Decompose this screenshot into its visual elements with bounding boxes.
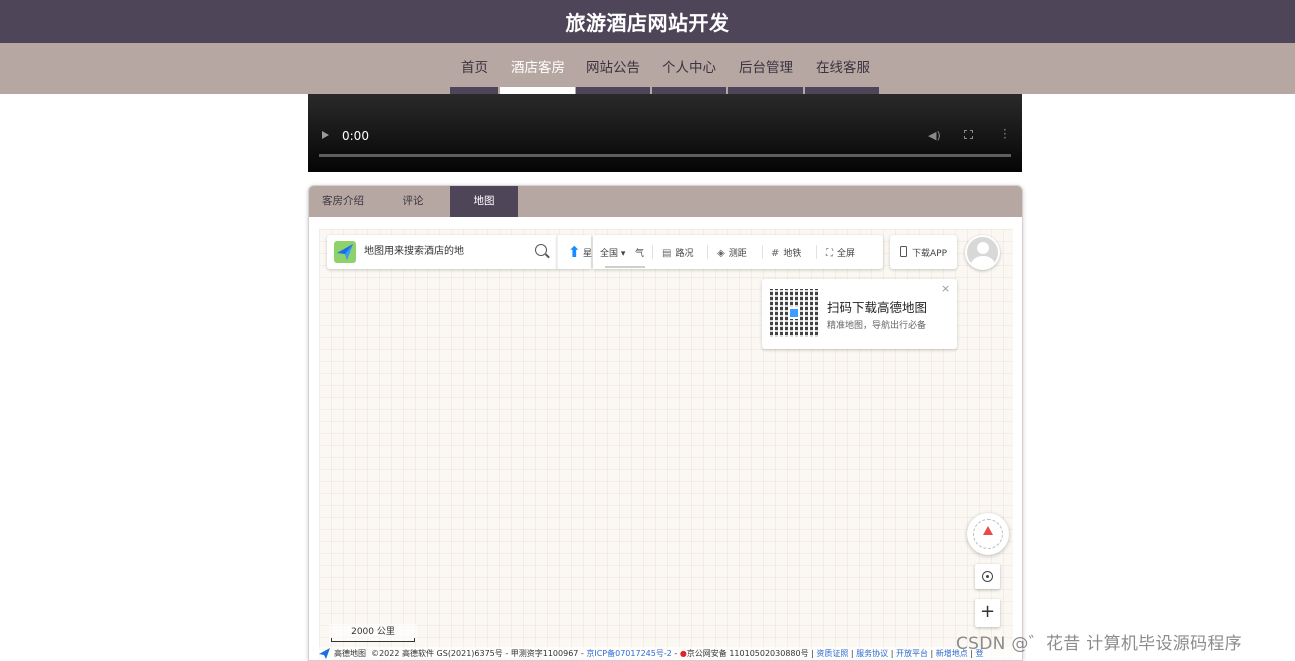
main-nav: 首页 酒店客房 网站公告 个人中心 后台管理 在线客服 xyxy=(0,43,1295,94)
volume-icon[interactable]: ◀) xyxy=(928,129,941,142)
search-icon[interactable] xyxy=(535,244,547,256)
footer-sep: | xyxy=(927,649,936,658)
map-footer: 高德地图 ©2022 高德软件 GS(2021)6375号 - 甲测资字1100… xyxy=(319,647,1013,660)
footer-link-terms[interactable]: 服务协议 xyxy=(856,649,888,658)
nav-item-announcements[interactable]: 网站公告 xyxy=(586,56,640,76)
footer-link-open-platform[interactable]: 开放平台 xyxy=(896,649,928,658)
toolbar-divider xyxy=(652,245,653,259)
fullscreen-label: 全屏 xyxy=(837,249,856,259)
video-player[interactable]: 0:00 ◀) · · · xyxy=(308,94,1022,172)
nav-item-home[interactable]: 首页 xyxy=(461,56,488,76)
nav-item-personal-center[interactable]: 个人中心 xyxy=(662,56,716,76)
ruler-icon: ◈ xyxy=(717,248,725,259)
video-progress-bar[interactable] xyxy=(319,154,1011,157)
nav-item-online-service[interactable]: 在线客服 xyxy=(816,56,870,76)
room-detail-panel: 客房介绍 评论 地图 ⬆ 星 全国 ▾ 气 ▤路况 ◈测距 xyxy=(308,185,1023,661)
avatar-body xyxy=(971,256,995,268)
scale-bar xyxy=(331,638,415,642)
compass-needle-icon xyxy=(983,526,993,535)
toolbar-divider xyxy=(762,245,763,259)
traffic-label: 路况 xyxy=(675,249,694,259)
nav-underline xyxy=(576,87,650,94)
nav-underline xyxy=(652,87,726,94)
close-icon[interactable]: × xyxy=(941,282,950,295)
map-scale: 2000 公里 xyxy=(329,624,417,642)
footer-copyright: ©2022 高德软件 GS(2021)6375号 - 甲测资字1100967 - xyxy=(371,649,587,658)
tab-comments[interactable]: 评论 xyxy=(379,186,447,217)
site-title: 旅游酒店网站开发 xyxy=(565,11,730,35)
nav-underline xyxy=(805,87,879,94)
subway-button[interactable]: # 地铁 xyxy=(771,246,801,259)
compass-control[interactable] xyxy=(967,513,1009,555)
subway-icon: # xyxy=(771,248,780,259)
ranging-label: 测距 xyxy=(728,249,747,259)
toolbar-divider xyxy=(816,245,817,259)
amap-footer-logo-icon xyxy=(319,648,330,659)
amap-logo-icon xyxy=(334,241,356,263)
fullscreen-button[interactable]: ⛶ 全屏 xyxy=(826,246,855,259)
footer-brand: 高德地图 xyxy=(334,649,366,658)
fullscreen-icon[interactable] xyxy=(964,130,973,139)
more-options-icon[interactable]: · · · xyxy=(1003,124,1007,144)
download-app-button[interactable]: 下载APP xyxy=(890,235,957,269)
footer-sep: - xyxy=(671,649,680,658)
toolbar-divider xyxy=(707,245,708,259)
qr-code-icon xyxy=(770,289,818,337)
scale-label: 2000 公里 xyxy=(351,627,395,637)
video-time: 0:00 xyxy=(342,129,369,143)
city-selector[interactable]: 全国 ▾ xyxy=(600,246,625,259)
qr-subtitle: 精准地图，导航出行必备 xyxy=(827,321,927,331)
map-search-box xyxy=(327,235,557,269)
zoom-in-button[interactable]: + xyxy=(975,599,1000,627)
traffic-button[interactable]: ▤ 路况 xyxy=(662,246,693,259)
traffic-light-icon: ▤ xyxy=(662,248,672,259)
footer-icp-link[interactable]: 京ICP备07017245号-2 xyxy=(586,649,671,658)
toolbar-weather[interactable]: 气 xyxy=(635,246,644,259)
locate-button[interactable] xyxy=(975,564,1000,589)
locate-icon xyxy=(982,571,993,582)
footer-police: 京公网安备 11010502030880号 xyxy=(686,649,809,658)
csdn-watermark: CSDN @゛花昔 计算机毕设源码程序 xyxy=(956,634,1242,654)
app-qr-card: 扫码下载高德地图 精准地图，导航出行必备 × xyxy=(762,279,957,349)
nav-item-hotel-rooms[interactable]: 酒店客房 xyxy=(511,56,565,76)
map-canvas[interactable]: ⬆ 星 全国 ▾ 气 ▤路况 ◈测距 #地铁 ⛶ 全屏 下载APP xyxy=(319,229,1013,660)
footer-sep: | xyxy=(888,649,896,658)
play-icon[interactable] xyxy=(322,131,329,139)
download-app-label: 下载APP xyxy=(912,249,948,259)
nav-underline xyxy=(450,87,498,94)
subway-label: 地铁 xyxy=(783,249,802,259)
city-label: 全国 xyxy=(600,249,619,259)
phone-icon xyxy=(900,246,907,257)
qr-title: 扫码下载高德地图 xyxy=(827,300,928,315)
ranging-button[interactable]: ◈ 测距 xyxy=(717,246,747,259)
chevron-down-icon: ▾ xyxy=(620,249,626,259)
footer-link-license[interactable]: 资质证照 xyxy=(816,649,848,658)
avatar-head xyxy=(977,242,989,254)
site-header: 旅游酒店网站开发 xyxy=(0,0,1295,43)
qr-center-logo xyxy=(788,307,800,319)
nav-item-admin[interactable]: 后台管理 xyxy=(739,56,793,76)
directions-icon: ⬆ xyxy=(568,243,581,261)
toolbar-star[interactable]: 星 xyxy=(583,246,592,259)
nav-underline-active xyxy=(500,87,575,94)
tab-map[interactable]: 地图 xyxy=(450,186,518,217)
tab-room-intro[interactable]: 客房介绍 xyxy=(309,186,377,217)
nav-underline xyxy=(728,87,803,94)
expand-icon: ⛶ xyxy=(826,248,833,259)
map-toolbar: 星 全国 ▾ 气 ▤ 路况 ◈ 测距 # 地铁 ⛶ 全屏 xyxy=(583,235,883,269)
footer-content: 高德地图 ©2022 高德软件 GS(2021)6375号 - 甲测资字1100… xyxy=(334,648,984,659)
user-avatar[interactable] xyxy=(965,235,1000,270)
footer-sep: | xyxy=(848,649,857,658)
city-underline xyxy=(605,266,645,268)
detail-tabs: 客房介绍 评论 地图 xyxy=(309,186,1022,217)
map-search-input[interactable] xyxy=(364,244,524,255)
police-icon: ● xyxy=(679,649,687,658)
